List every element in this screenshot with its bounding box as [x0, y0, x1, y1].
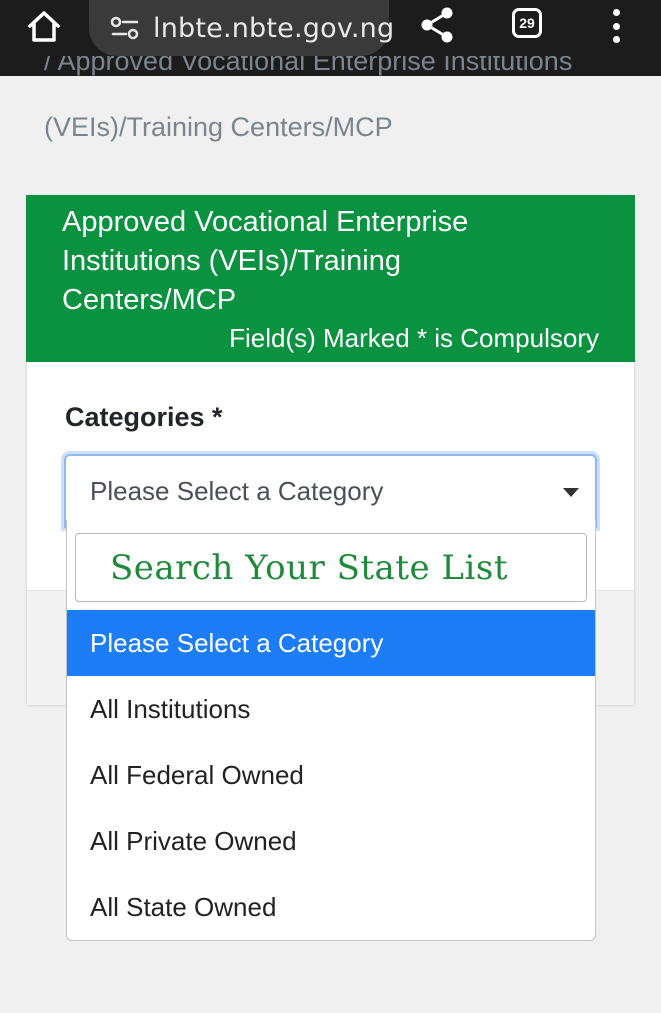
chevron-down-icon[interactable]	[563, 488, 579, 497]
dropdown-option-all-state-owned[interactable]: All State Owned	[67, 874, 595, 940]
breadcrumb-text-cut: / Approved Vocational Enterprise Institu…	[44, 56, 573, 76]
tune-icon[interactable]	[109, 13, 141, 43]
page-title: Approved Vocational Enterprise Instituti…	[62, 206, 469, 316]
share-icon	[421, 7, 453, 43]
category-select[interactable]: Please Select a Category	[64, 454, 597, 528]
more-vert-icon[interactable]	[604, 6, 628, 46]
url-text[interactable]: lnbte.nbte.gov.ng	[153, 13, 394, 44]
state-search-input[interactable]	[76, 534, 586, 601]
address-bar[interactable]: lnbte.nbte.gov.ng	[89, 0, 394, 56]
dropdown-option-please-select[interactable]: Please Select a Category	[67, 610, 595, 676]
dropdown-option-all-federal-owned[interactable]: All Federal Owned	[67, 742, 595, 808]
dropdown-option-all-private-owned[interactable]: All Private Owned	[67, 808, 595, 874]
dropdown-option-all-institutions[interactable]: All Institutions	[67, 676, 595, 742]
breadcrumb-first-line: / Approved Vocational Enterprise Institu…	[44, 56, 644, 76]
share-button[interactable]	[416, 4, 458, 46]
state-search-field[interactable]	[75, 533, 587, 602]
categories-label: Categories *	[65, 402, 223, 432]
card-header: Approved Vocational Enterprise Instituti…	[26, 195, 635, 362]
category-select-value[interactable]: Please Select a Category	[90, 476, 383, 507]
tab-switcher-button[interactable]: 29	[512, 8, 542, 38]
breadcrumb: (VEIs)/Training Centers/MCP	[44, 112, 393, 142]
home-icon	[28, 11, 60, 42]
category-dropdown: Please Select a Category All Institution…	[66, 520, 596, 941]
compulsory-note: Field(s) Marked * is Compulsory	[229, 323, 599, 353]
home-button[interactable]	[22, 6, 66, 46]
